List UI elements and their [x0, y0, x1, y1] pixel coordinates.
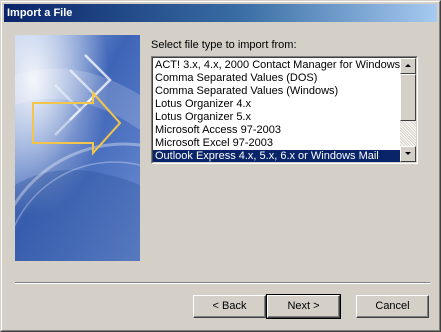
file-type-items: ACT! 3.x, 4.x, 2000 Contact Manager for …: [153, 59, 401, 162]
button-separator: [15, 282, 430, 284]
import-dialog: Import a File Select file type to import…: [0, 0, 441, 332]
file-type-listbox[interactable]: ACT! 3.x, 4.x, 2000 Contact Manager for …: [151, 56, 418, 164]
cancel-button[interactable]: Cancel: [356, 295, 429, 318]
list-item[interactable]: Microsoft Excel 97-2003: [153, 137, 401, 150]
scroll-up-arrow-icon: [405, 64, 411, 67]
list-item[interactable]: Lotus Organizer 5.x: [153, 111, 401, 124]
file-type-prompt: Select file type to import from:: [151, 39, 297, 51]
list-item[interactable]: Comma Separated Values (DOS): [153, 72, 401, 85]
list-item-selected[interactable]: Outlook Express 4.x, 5.x, 6.x or Windows…: [153, 150, 401, 162]
next-button[interactable]: Next >: [266, 294, 341, 319]
file-type-listbox-inner: ACT! 3.x, 4.x, 2000 Contact Manager for …: [152, 57, 417, 163]
scroll-thumb[interactable]: [400, 74, 416, 121]
list-item[interactable]: Microsoft Access 97-2003: [153, 124, 401, 137]
scroll-up-button[interactable]: [400, 58, 416, 74]
scroll-down-button[interactable]: [400, 146, 416, 162]
vertical-scrollbar[interactable]: [400, 58, 416, 162]
wizard-arrows-icon: [15, 35, 140, 261]
wizard-banner-image: [15, 35, 140, 261]
scroll-down-arrow-icon: [405, 152, 411, 155]
title-bar[interactable]: Import a File: [4, 4, 437, 22]
list-item[interactable]: Comma Separated Values (Windows): [153, 85, 401, 98]
list-item[interactable]: Lotus Organizer 4.x: [153, 98, 401, 111]
back-button[interactable]: < Back: [193, 295, 266, 318]
window-title: Import a File: [7, 7, 73, 19]
list-item[interactable]: ACT! 3.x, 4.x, 2000 Contact Manager for …: [153, 59, 401, 72]
